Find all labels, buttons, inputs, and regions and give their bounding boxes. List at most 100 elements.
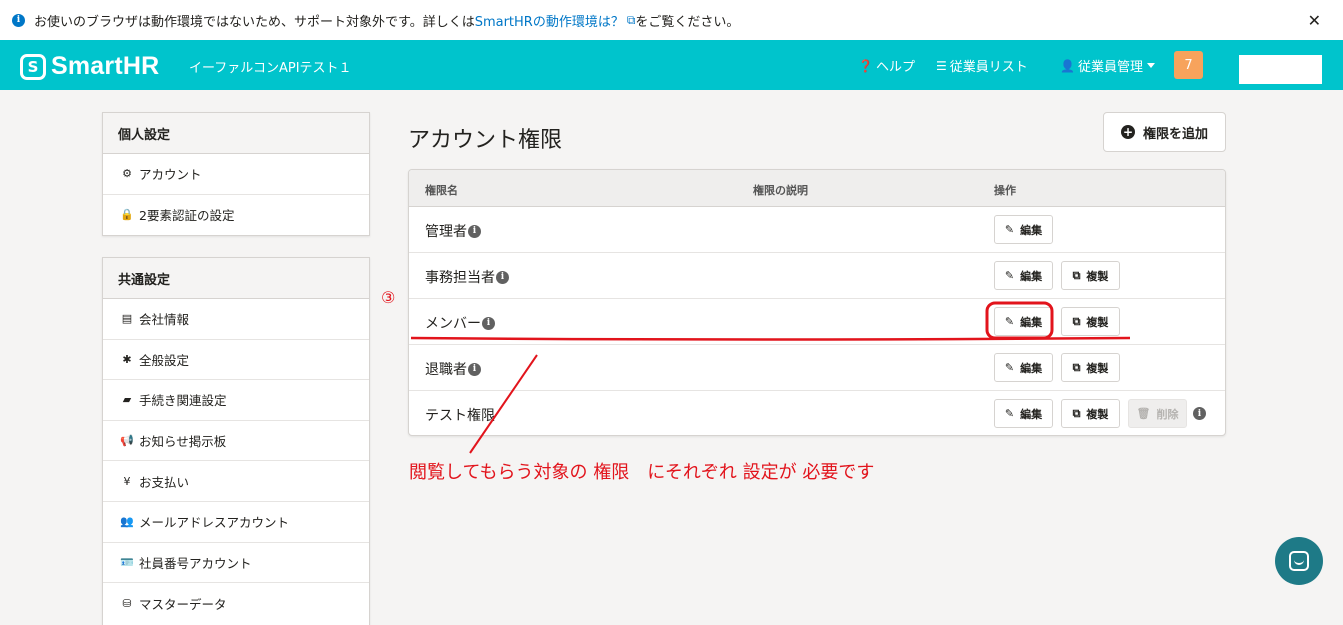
table-row: 退職者 i ✎ 編集 ⧉ 複製 (409, 345, 1225, 391)
sidebar-item-label: アカウント (139, 167, 202, 183)
annotation-step-number: ③ (381, 288, 396, 307)
delete-label: 削除 (1156, 407, 1179, 421)
table-header: 権限名 権限の説明 操作 (409, 170, 1225, 207)
caret-down-icon (1146, 63, 1155, 68)
logo-mark-icon: S (20, 53, 46, 80)
column-header-description: 権限の説明 (753, 184, 808, 197)
permissions-table: 権限名 権限の説明 操作 管理者 i ✎ 編集 事務担当者 i ✎ 編集 ⧉ 複… (408, 169, 1226, 436)
edit-button[interactable]: ✎ 編集 (994, 307, 1053, 336)
add-permission-label: 権限を追加 (1142, 126, 1208, 142)
table-row: 事務担当者 i ✎ 編集 ⧉ 複製 (409, 253, 1225, 299)
permission-name: 事務担当者 i (425, 267, 509, 287)
copy-icon: ⧉ (1072, 360, 1081, 374)
edit-button[interactable]: ✎ 編集 (994, 261, 1053, 290)
plus-circle-icon: + (1120, 125, 1135, 139)
sidebar-item-procedures[interactable]: ▰ 手続き関連設定 (103, 380, 369, 421)
permission-name-label: 管理者 (425, 224, 467, 240)
info-icon[interactable]: i (482, 316, 495, 330)
copy-icon: ⧉ (1072, 314, 1081, 328)
sidebar-item-label: 全般設定 (139, 352, 190, 368)
sidebar-item-payment[interactable]: ¥ お支払い (103, 461, 369, 502)
lock-icon: 🔒 (120, 208, 134, 222)
chat-launcher-button[interactable] (1275, 537, 1323, 585)
annotation-caption: 閲覧してもらう対象の 権限 にそれぞれ 設定が 必要です (409, 462, 875, 483)
page-title: アカウント権限 (408, 128, 563, 153)
edit-label: 編集 (1020, 407, 1043, 421)
copy-label: 複製 (1086, 361, 1109, 375)
close-icon[interactable]: ✕ (1308, 11, 1321, 30)
permission-name: 退職者 i (425, 359, 481, 379)
permission-name-label: 退職者 (425, 362, 467, 378)
sidebar-item-employee-number-accounts[interactable]: 🪪 社員番号アカウント (103, 543, 369, 584)
notification-badge[interactable]: 7 (1174, 51, 1203, 79)
notice-text: お使いのブラウザは動作環境ではないため、サポート対象外です。詳しくは (34, 14, 475, 30)
permission-name-label: 事務担当者 (425, 270, 495, 286)
question-icon: ❓ (858, 58, 873, 73)
table-row: メンバー i ✎ 編集 ⧉ 複製 (409, 299, 1225, 345)
sidebar-item-announcements[interactable]: 📢 お知らせ掲示板 (103, 421, 369, 462)
nav-employee-management-label: 従業員管理 (1077, 60, 1143, 75)
add-permission-button[interactable]: + 権限を追加 (1103, 112, 1226, 152)
permission-name: 管理者 i (425, 221, 481, 241)
edit-button[interactable]: ✎ 編集 (994, 353, 1053, 382)
sidebar-item-master-data[interactable]: ⛁ マスターデータ (103, 583, 369, 624)
copy-button[interactable]: ⧉ 複製 (1061, 307, 1120, 336)
asterisk-icon: ✱ (122, 352, 132, 366)
copy-button[interactable]: ⧉ 複製 (1061, 353, 1120, 382)
copy-icon: ⧉ (1072, 406, 1081, 420)
sidebar-item-email-accounts[interactable]: 👥 メールアドレスアカウント (103, 502, 369, 543)
nav-employee-management[interactable]: 👤 従業員管理 (1060, 56, 1155, 75)
info-icon[interactable]: i (468, 224, 481, 238)
list-icon: ☰ (936, 58, 947, 73)
sidebar-item-general[interactable]: ✱ 全般設定 (103, 340, 369, 381)
external-link-icon[interactable]: ⧉ (627, 13, 636, 28)
edit-label: 編集 (1020, 315, 1043, 329)
edit-button[interactable]: ✎ 編集 (994, 215, 1053, 244)
table-row: 管理者 i ✎ 編集 (409, 207, 1225, 253)
bullhorn-icon: 📢 (120, 434, 134, 448)
info-icon[interactable]: i (468, 362, 481, 376)
user-menu[interactable] (1239, 55, 1322, 84)
copy-button[interactable]: ⧉ 複製 (1061, 261, 1120, 290)
personal-settings-card: 個人設定 ⚙ アカウント 🔒 2要素認証の設定 (102, 112, 370, 236)
sidebar-item-account[interactable]: ⚙ アカウント (103, 154, 369, 195)
edit-label: 編集 (1020, 269, 1043, 283)
sidebar-item-label: お知らせ掲示板 (139, 434, 227, 450)
info-icon: i (12, 13, 25, 27)
personal-settings-title: 個人設定 (103, 113, 369, 154)
copy-icon: ⧉ (1072, 268, 1081, 282)
pencil-icon: ✎ (1004, 361, 1015, 374)
app-header: S SmartHR イーファルコンAPIテスト１ ❓ ヘルプ ☰ 従業員リスト … (0, 40, 1343, 90)
copy-label: 複製 (1086, 269, 1109, 283)
permission-name: テスト権限 (425, 405, 495, 425)
notice-suffix: をご覧ください。 (635, 14, 740, 30)
book-icon: ▰ (122, 393, 132, 407)
sidebar-item-label: 手続き関連設定 (139, 393, 227, 409)
sidebar-item-label: マスターデータ (139, 596, 227, 612)
trash-icon: 🗑 (1136, 407, 1151, 420)
sidebar-item-company-info[interactable]: ▤ 会社情報 (103, 299, 369, 340)
logo-text: SmartHR (51, 52, 160, 80)
nav-help[interactable]: ❓ ヘルプ (858, 56, 915, 76)
edit-label: 編集 (1020, 223, 1043, 237)
info-icon[interactable]: i (496, 270, 509, 284)
sidebar-item-2fa[interactable]: 🔒 2要素認証の設定 (103, 195, 369, 236)
building-icon: ▤ (121, 312, 133, 326)
nav-employee-list-label: 従業員リスト (949, 60, 1028, 75)
edit-button[interactable]: ✎ 編集 (994, 399, 1053, 428)
copy-button[interactable]: ⧉ 複製 (1061, 399, 1120, 428)
permission-name-label: メンバー (425, 316, 481, 332)
delete-button[interactable]: 🗑 削除 (1128, 399, 1187, 428)
smarthr-logo[interactable]: S SmartHR (20, 52, 159, 81)
info-icon[interactable]: i (1193, 407, 1206, 420)
tenant-name: イーファルコンAPIテスト１ (189, 61, 352, 76)
common-settings-title: 共通設定 (103, 258, 369, 299)
gear-icon: ⚙ (122, 167, 132, 181)
sidebar-item-label: メールアドレスアカウント (139, 515, 290, 531)
environment-link[interactable]: SmartHRの動作環境は？ (475, 11, 624, 30)
database-icon: ⛁ (122, 596, 132, 610)
permission-name-label: テスト権限 (425, 408, 495, 424)
table-row: テスト権限 ✎ 編集 ⧉ 複製 🗑 削除 i (409, 391, 1225, 435)
nav-employee-list[interactable]: ☰ 従業員リスト (936, 56, 1028, 76)
copy-label: 複製 (1086, 407, 1109, 421)
